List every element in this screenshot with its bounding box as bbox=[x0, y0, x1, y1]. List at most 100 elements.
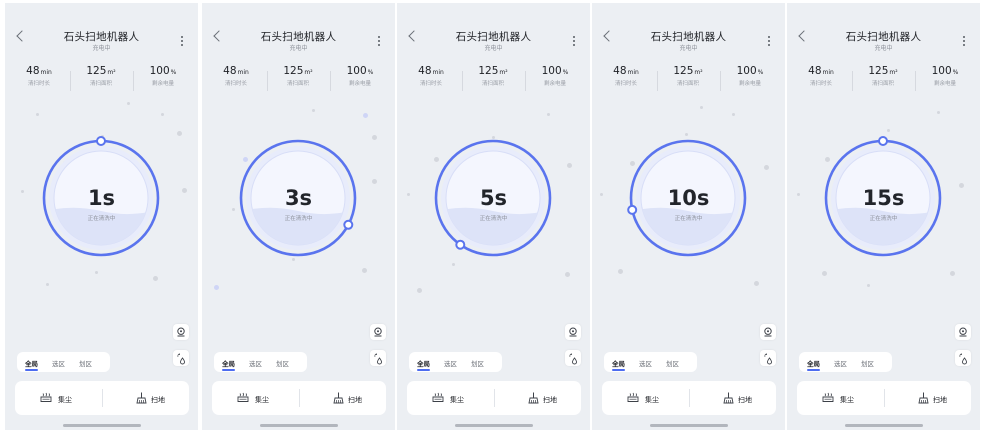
clean-mode-tabs: 全局 选区 划区 bbox=[604, 352, 697, 372]
dust-collect-icon bbox=[40, 392, 52, 402]
tab-global[interactable]: 全局 bbox=[807, 358, 820, 368]
phone-screen: 石头扫地机器人 充电中 48min 清扫时长 125m² 清扫面积 100% 剩余电量 3s 正在… bbox=[202, 3, 395, 430]
phone-screen: 石头扫地机器人 充电中 48min 清扫时长 125m² 清扫面积 100% 剩余电量 10s 正… bbox=[592, 3, 785, 430]
action-bar: 集尘 扫地 bbox=[407, 381, 581, 415]
tab-select-area[interactable]: 选区 bbox=[249, 358, 262, 368]
robot-locate-icon bbox=[177, 327, 185, 337]
robot-locate-icon bbox=[959, 327, 967, 337]
tab-select-area[interactable]: 选区 bbox=[52, 358, 65, 368]
home-indicator[interactable] bbox=[650, 424, 728, 427]
robot-locate-button[interactable] bbox=[565, 324, 581, 340]
progress-handle[interactable] bbox=[343, 219, 354, 230]
sweep-label: 扫地 bbox=[151, 396, 165, 404]
dust-collect-button[interactable]: 集尘 bbox=[15, 381, 102, 415]
progress-handle[interactable] bbox=[878, 136, 888, 146]
phone-screen: 石头扫地机器人 充电中 48min 清扫时长 125m² 清扫面积 100% 剩余电量 1s 正在… bbox=[5, 3, 198, 430]
active-tab-indicator bbox=[417, 369, 430, 371]
active-tab-indicator bbox=[25, 369, 38, 371]
dust-collect-label: 集尘 bbox=[58, 396, 72, 404]
tab-draw-zone[interactable]: 划区 bbox=[79, 358, 92, 368]
phone-screen: 石头扫地机器人 充电中 48min 清扫时长 125m² 清扫面积 100% 剩余电量 5s 正在… bbox=[397, 3, 590, 430]
sweep-button[interactable]: 扫地 bbox=[299, 381, 386, 415]
cleaning-status-label: 正在清洗中 bbox=[869, 216, 898, 222]
tab-draw-zone[interactable]: 划区 bbox=[276, 358, 289, 368]
cleaning-status-label: 正在清洗中 bbox=[674, 216, 703, 222]
robot-locate-button[interactable] bbox=[173, 324, 189, 340]
sweep-button[interactable]: 扫地 bbox=[494, 381, 581, 415]
tab-global[interactable]: 全局 bbox=[417, 358, 430, 368]
tab-draw-zone[interactable]: 划区 bbox=[471, 358, 484, 368]
active-tab-indicator bbox=[222, 369, 235, 371]
water-spray-icon bbox=[959, 353, 967, 365]
tab-select-area[interactable]: 选区 bbox=[834, 358, 847, 368]
phone-screen: 石头扫地机器人 充电中 48min 清扫时长 125m² 清扫面积 100% 剩余电量 15s 正… bbox=[787, 3, 980, 430]
water-spray-icon bbox=[374, 353, 382, 365]
water-spray-button[interactable] bbox=[565, 350, 581, 366]
home-indicator[interactable] bbox=[845, 424, 923, 427]
water-spray-icon bbox=[764, 353, 772, 365]
sweep-broom-icon bbox=[528, 392, 539, 404]
tab-draw-zone[interactable]: 划区 bbox=[861, 358, 874, 368]
progress-handle[interactable] bbox=[96, 136, 106, 146]
tab-global[interactable]: 全局 bbox=[612, 358, 625, 368]
active-tab-indicator bbox=[612, 369, 625, 371]
robot-locate-button[interactable] bbox=[370, 324, 386, 340]
tab-draw-zone[interactable]: 划区 bbox=[666, 358, 679, 368]
home-indicator[interactable] bbox=[63, 424, 141, 427]
dust-collect-icon bbox=[432, 392, 444, 402]
water-spray-button[interactable] bbox=[760, 350, 776, 366]
dust-collect-button[interactable]: 集尘 bbox=[797, 381, 884, 415]
progress-handle[interactable] bbox=[455, 239, 466, 250]
tab-select-area[interactable]: 选区 bbox=[444, 358, 457, 368]
robot-locate-icon bbox=[569, 327, 577, 337]
home-indicator[interactable] bbox=[260, 424, 338, 427]
cleaning-progress-ring bbox=[434, 139, 552, 257]
dust-collect-button[interactable]: 集尘 bbox=[602, 381, 689, 415]
sweep-broom-icon bbox=[723, 392, 734, 404]
dust-collect-label: 集尘 bbox=[645, 396, 659, 404]
dust-collect-icon bbox=[822, 392, 834, 402]
cleaning-status-label: 正在清洗中 bbox=[87, 216, 116, 222]
cleaning-progress-ring bbox=[239, 139, 357, 257]
dust-collect-icon bbox=[237, 392, 249, 402]
sweep-broom-icon bbox=[918, 392, 929, 404]
elapsed-time: 3s bbox=[284, 186, 313, 210]
tab-global[interactable]: 全局 bbox=[25, 358, 38, 368]
tab-select-area[interactable]: 选区 bbox=[639, 358, 652, 368]
home-indicator[interactable] bbox=[455, 424, 533, 427]
tab-global[interactable]: 全局 bbox=[222, 358, 235, 368]
action-bar: 集尘 扫地 bbox=[15, 381, 189, 415]
sweep-label: 扫地 bbox=[543, 396, 557, 404]
water-spray-button[interactable] bbox=[370, 350, 386, 366]
water-spray-icon bbox=[569, 353, 577, 365]
elapsed-time: 15s bbox=[862, 186, 905, 210]
active-tab-indicator bbox=[807, 369, 820, 371]
robot-locate-button[interactable] bbox=[955, 324, 971, 340]
sweep-button[interactable]: 扫地 bbox=[884, 381, 971, 415]
robot-locate-icon bbox=[764, 327, 772, 337]
clean-mode-tabs: 全局 选区 划区 bbox=[799, 352, 892, 372]
sweep-label: 扫地 bbox=[933, 396, 947, 404]
dust-collect-label: 集尘 bbox=[840, 396, 854, 404]
action-bar: 集尘 扫地 bbox=[602, 381, 776, 415]
robot-locate-icon bbox=[374, 327, 382, 337]
robot-locate-button[interactable] bbox=[760, 324, 776, 340]
dust-collect-icon bbox=[627, 392, 639, 402]
action-bar: 集尘 扫地 bbox=[797, 381, 971, 415]
water-spray-button[interactable] bbox=[955, 350, 971, 366]
clean-mode-tabs: 全局 选区 划区 bbox=[409, 352, 502, 372]
water-spray-button[interactable] bbox=[173, 350, 189, 366]
cleaning-progress-ring bbox=[42, 136, 160, 257]
clean-mode-tabs: 全局 选区 划区 bbox=[214, 352, 307, 372]
action-bar: 集尘 扫地 bbox=[212, 381, 386, 415]
sweep-label: 扫地 bbox=[738, 396, 752, 404]
clean-mode-tabs: 全局 选区 划区 bbox=[17, 352, 110, 372]
dust-collect-button[interactable]: 集尘 bbox=[212, 381, 299, 415]
dust-collect-button[interactable]: 集尘 bbox=[407, 381, 494, 415]
dust-collect-label: 集尘 bbox=[450, 396, 464, 404]
cleaning-progress-ring bbox=[627, 139, 747, 257]
elapsed-time: 10s bbox=[667, 186, 710, 210]
sweep-button[interactable]: 扫地 bbox=[689, 381, 776, 415]
water-spray-icon bbox=[177, 353, 185, 365]
sweep-button[interactable]: 扫地 bbox=[102, 381, 189, 415]
